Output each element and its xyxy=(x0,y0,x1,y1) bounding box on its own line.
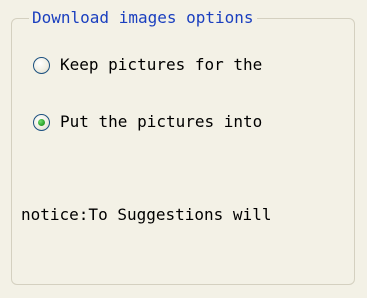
radio-button-unselected[interactable] xyxy=(33,56,50,74)
radio-option-put-pictures[interactable]: Put the pictures into xyxy=(33,110,335,134)
radio-selected-dot-icon xyxy=(38,118,45,126)
groupbox-title: Download images options xyxy=(29,8,257,28)
radio-button-selected[interactable] xyxy=(33,113,50,131)
radio-option-keep-pictures[interactable]: Keep pictures for the xyxy=(33,53,335,77)
radio-label-put-pictures: Put the pictures into xyxy=(60,112,263,131)
notice-text: notice:To Suggestions will xyxy=(21,205,272,224)
radio-label-keep-pictures: Keep pictures for the xyxy=(60,55,263,74)
